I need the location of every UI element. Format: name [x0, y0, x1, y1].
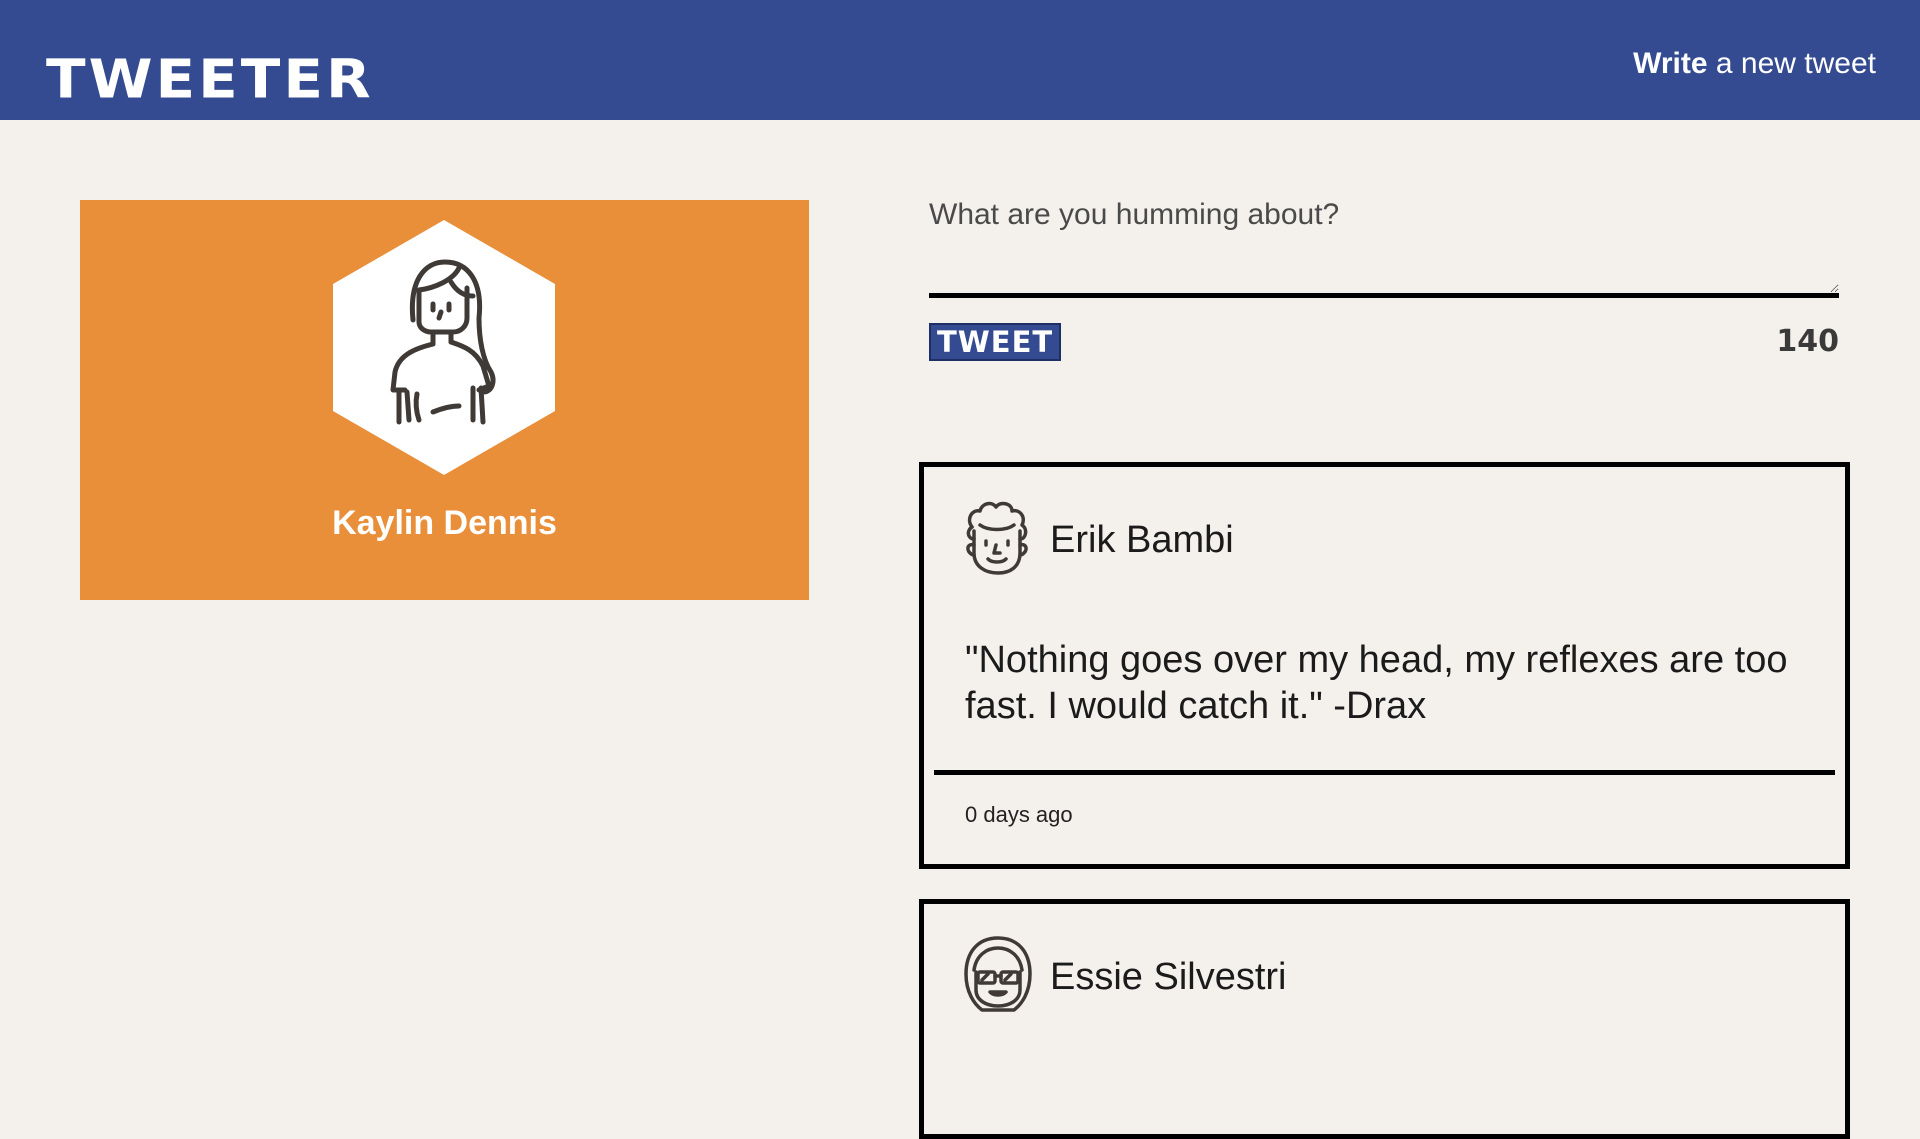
write-label: Write	[1633, 47, 1708, 80]
profile-name: Kaylin Dennis	[332, 504, 557, 542]
brand-logo[interactable]: TWEETER	[46, 47, 374, 111]
sunglasses-avatar-icon	[964, 936, 1032, 1012]
new-tweet-label: a new tweet	[1707, 47, 1876, 80]
tweet-composer: TWEET 140	[929, 190, 1839, 361]
tweet-card: Essie Silvestri	[919, 899, 1850, 1139]
tweet-timestamp: 0 days ago	[965, 802, 1073, 827]
tweet-text: "Nothing goes over my head, my reflexes …	[965, 639, 1788, 727]
top-nav: TWEETER Write a new tweet	[0, 0, 1920, 120]
tweet-input[interactable]	[929, 190, 1839, 298]
tweet-author[interactable]: Erik Bambi	[1050, 515, 1234, 565]
tweet-divider	[934, 770, 1835, 775]
woman-avatar-icon	[333, 220, 555, 475]
profile-card: Kaylin Dennis	[80, 200, 809, 600]
tweet-button[interactable]: TWEET	[929, 323, 1062, 361]
curly-hair-man-avatar-icon	[966, 501, 1028, 575]
tweet-author[interactable]: Essie Silvestri	[1050, 952, 1287, 1002]
tweet-card: Erik Bambi "Nothing goes over my head, m…	[919, 462, 1850, 869]
write-tweet-link[interactable]: Write a new tweet	[1633, 44, 1876, 84]
character-counter: 140	[1776, 324, 1839, 359]
